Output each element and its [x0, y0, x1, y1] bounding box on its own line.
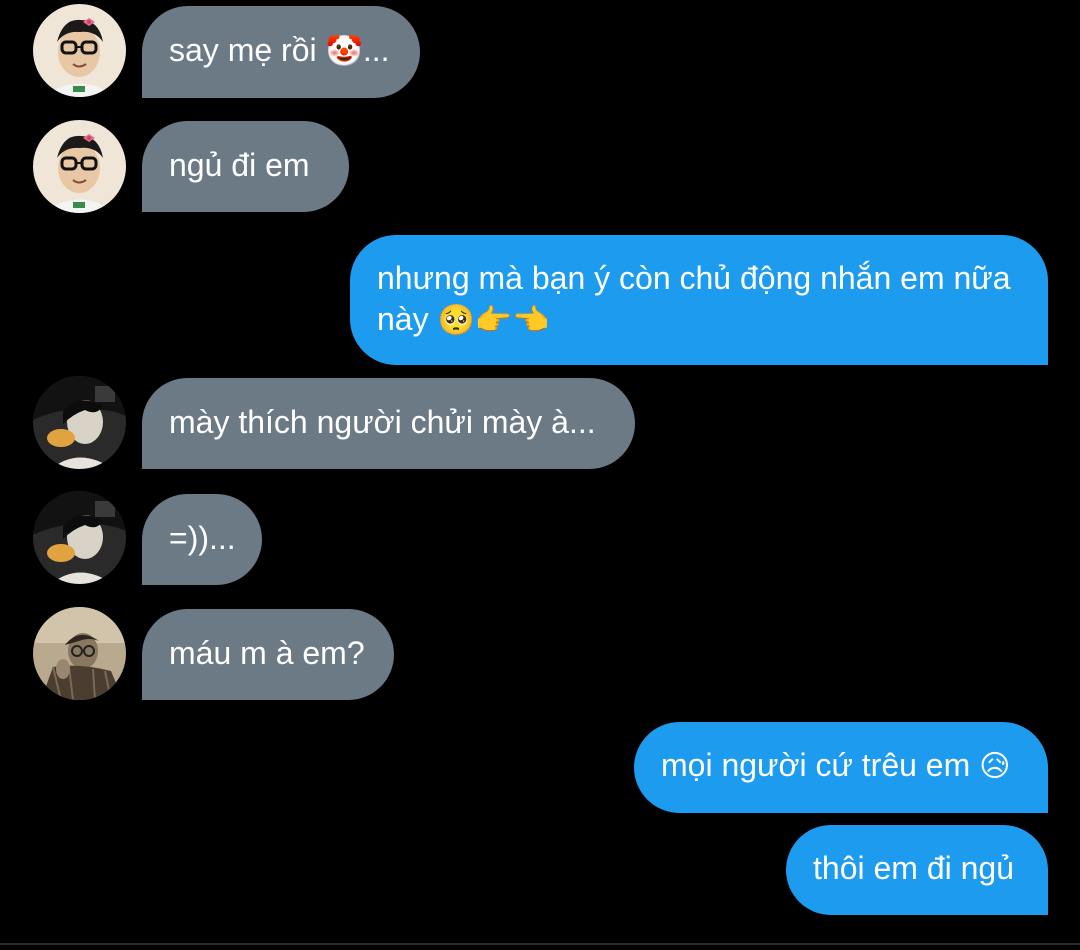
message-text: thôi em đi ngủ [813, 850, 1015, 886]
outgoing-message-bubble[interactable]: thôi em đi ngủ [786, 825, 1048, 915]
avatar-dark-portrait-icon[interactable] [33, 491, 126, 584]
sad-relieved-face-emoji-icon: 😥 [979, 749, 1011, 784]
incoming-message-bubble[interactable]: máu m à em? [142, 609, 394, 700]
pleading-hands-emoji-icon: 🥺👉👈 [437, 303, 550, 338]
avatar-sepia-portrait-icon[interactable] [33, 607, 126, 700]
chat-thread: say mẹ rồi 🤡... ngủ đi em nhưng mà bạn ý… [0, 0, 1080, 950]
message-text: =))... [169, 520, 236, 556]
message-suffix: ... [362, 32, 390, 68]
message-text: say mẹ rồi [169, 32, 317, 68]
message-text: mọi người cứ trêu em [661, 747, 971, 783]
message-text: mày thích người chửi mày à... [169, 404, 596, 440]
message-text: ngủ đi em [169, 147, 310, 183]
incoming-message-bubble[interactable]: mày thích người chửi mày à... [142, 378, 635, 469]
avatar-boy-glasses-icon[interactable] [33, 120, 126, 213]
clown-face-emoji-icon: 🤡 [325, 34, 363, 69]
incoming-message-bubble[interactable]: say mẹ rồi 🤡... [142, 6, 420, 98]
outgoing-message-bubble[interactable]: mọi người cứ trêu em 😥 [634, 722, 1048, 813]
incoming-message-bubble[interactable]: ngủ đi em [142, 121, 349, 212]
message-text: máu m à em? [169, 635, 365, 671]
outgoing-message-bubble[interactable]: nhưng mà bạn ý còn chủ động nhắn em nữa … [350, 235, 1048, 365]
divider [0, 943, 1080, 945]
incoming-message-bubble[interactable]: =))... [142, 494, 262, 585]
avatar-boy-glasses-icon[interactable] [33, 4, 126, 97]
avatar-dark-portrait-icon[interactable] [33, 376, 126, 469]
